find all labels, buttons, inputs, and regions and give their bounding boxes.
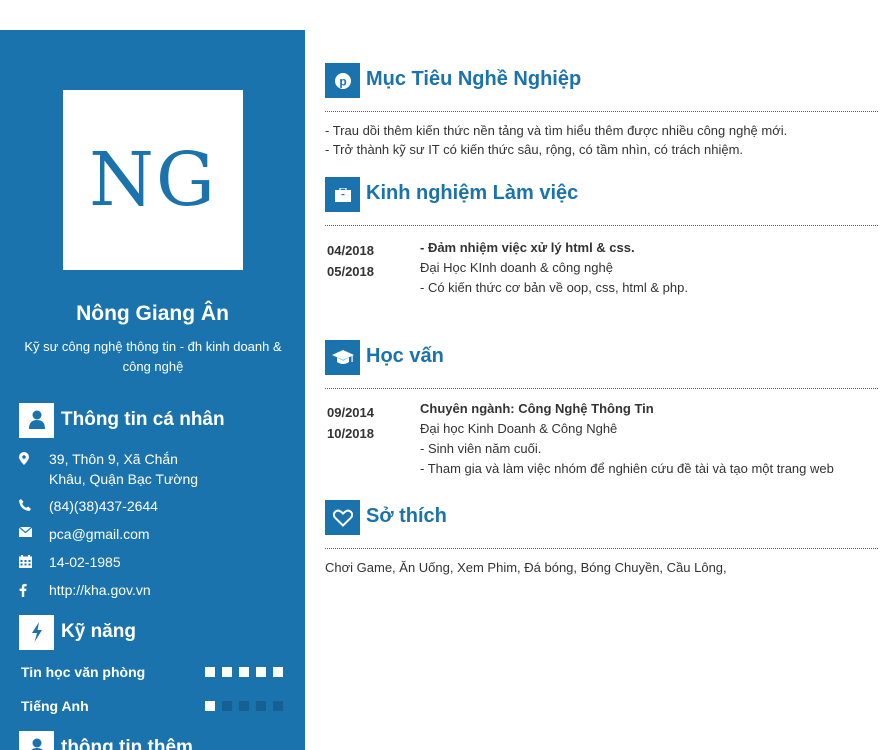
education-note: - Tham gia và làm việc nhóm để nghiên cứ… [420,461,834,476]
education-note: - Sinh viên năm cuối. [420,441,542,456]
dob-value: 14-02-1985 [49,554,121,570]
calendar-icon [19,552,49,572]
person-icon [19,730,54,750]
skill-dot-filled [273,667,283,677]
experience-title: Kinh nghiệm Làm việc [366,182,579,204]
map-marker-icon [19,449,49,489]
objective-line: - Trở thành kỹ sư IT có kiến thức sâu, r… [325,142,744,157]
skill-dot-filled [205,701,215,711]
skills-heading: Kỹ năng [19,614,136,650]
objective-text: - Trau dồi thêm kiến thức nền tảng và tì… [325,121,878,159]
skill-item: Tiếng Anh [21,698,283,714]
objective-heading: p Mục Tiêu Nghề Nghiệp [325,63,878,112]
address-value: 39, Thôn 9, Xã Chắn Khâu, Quận Bạc Tường [49,451,199,487]
education-heading: Học vấn [325,340,878,389]
phone-icon [19,496,49,516]
experience-entry: - Đảm nhiệm việc xử lý html & css. Đại H… [420,238,880,298]
hobbies-heading: Sở thích [325,500,878,549]
pinterest-icon: p [325,63,360,98]
date-end: 10/2018 [327,426,374,441]
skill-dot-filled [205,667,215,677]
experience-heading: Kinh nghiệm Làm việc [325,177,878,226]
heart-icon [325,500,360,535]
personal-info-title: Thông tin cá nhân [61,409,225,430]
address-row: 39, Thôn 9, Xã Chắn Khâu, Quận Bạc Tường [19,449,214,489]
personal-info-heading: Thông tin cá nhân [19,402,225,438]
skill-label: Tin học văn phòng [21,664,146,680]
hobbies-text: Chơi Game, Ăn Uống, Xem Phim, Đá bóng, B… [325,560,727,575]
skill-item: Tin học văn phòng [21,664,283,680]
education-major: Chuyên ngành: Công Nghệ Thông Tin [420,401,654,416]
phone-value: (84)(38)437-2644 [49,498,158,514]
person-icon [19,402,54,438]
email-value: pca@gmail.com [49,526,150,542]
avatar-initials: NG [89,137,217,223]
skill-rating [205,667,283,677]
objective-line: - Trau dồi thêm kiến thức nền tảng và tì… [325,123,788,138]
profile-name: Nông Giang Ân [76,302,229,325]
main-content: p Mục Tiêu Nghề Nghiệp - Trau dồi thêm k… [325,0,878,750]
skill-dot-empty [273,701,283,711]
extra-info-title: thông tin thêm [61,737,193,750]
education-dates: 09/2014 10/2018 [327,402,374,444]
skill-dot-filled [239,667,249,677]
skill-rating [205,701,283,711]
skill-dot-empty [239,701,249,711]
skill-dot-filled [256,667,266,677]
svg-text:p: p [339,74,346,88]
facebook-icon [19,580,49,600]
dob-row: 14-02-1985 [19,552,219,572]
profile-title: Kỹ sư công nghệ thông tin - đh kinh doan… [24,339,282,374]
experience-desc: - Có kiến thức cơ bản về oop, css, html … [420,280,688,295]
experience-org: Đại Học KInh doanh & công nghệ [420,260,613,275]
date-end: 05/2018 [327,264,374,279]
envelope-icon [19,524,49,544]
phone-row: (84)(38)437-2644 [19,496,219,516]
graduation-cap-icon [325,340,360,375]
education-title: Học vấn [366,345,444,367]
skill-dot-filled [222,667,232,677]
experience-role: - Đảm nhiệm việc xử lý html & css. [420,240,635,255]
extra-info-heading: thông tin thêm [19,730,193,750]
hobbies-title: Sở thích [366,505,447,527]
experience-dates: 04/2018 05/2018 [327,240,374,282]
sidebar: NG Nông Giang Ân Kỹ sư công nghệ thông t… [0,30,305,750]
objective-title: Mục Tiêu Nghề Nghiệp [366,68,582,90]
skill-label: Tiếng Anh [21,698,89,714]
education-entry: Chuyên ngành: Công Nghệ Thông Tin Đại họ… [420,399,880,479]
date-start: 09/2014 [327,405,374,420]
website-row: http://kha.gov.vn [19,580,219,600]
date-start: 04/2018 [327,243,374,258]
lightning-icon [19,614,54,650]
skill-dot-empty [222,701,232,711]
website-link[interactable]: http://kha.gov.vn [49,580,219,600]
skills-title: Kỹ năng [61,621,136,642]
education-school: Đại học Kinh Doanh & Công Nghê [420,421,618,436]
skill-dot-empty [256,701,266,711]
email-row: pca@gmail.com [19,524,219,544]
briefcase-icon [325,177,360,212]
avatar: NG [63,90,243,270]
